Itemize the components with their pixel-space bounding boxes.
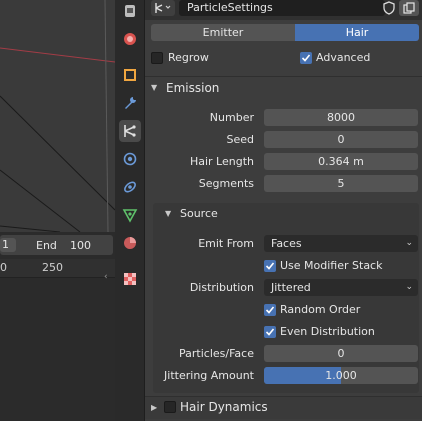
- even-distribution-checkbox[interactable]: [264, 326, 276, 338]
- start-frame-field[interactable]: 1: [0, 238, 16, 252]
- segments-field[interactable]: 5: [264, 175, 418, 192]
- end-frame-label: End: [36, 239, 57, 252]
- timeline-frame-bar: 1 End 100: [0, 235, 113, 255]
- source-title: Source: [180, 207, 218, 220]
- random-order-label: Random Order: [280, 303, 361, 316]
- chevron-down-icon: ⌄: [405, 238, 413, 248]
- expand-down-arrow-icon: ▼: [165, 209, 172, 218]
- regrow-label: Regrow: [168, 51, 209, 64]
- tab-material[interactable]: [119, 232, 141, 254]
- source-section-header[interactable]: ▼ Source: [145, 204, 422, 224]
- particle-settings-browse[interactable]: [151, 0, 175, 16]
- tab-data[interactable]: [119, 204, 141, 226]
- use-modifier-stack-label: Use Modifier Stack: [280, 259, 383, 272]
- physics-icon: [123, 152, 137, 166]
- timeline-ruler[interactable]: 0 250: [0, 259, 115, 278]
- tab-render[interactable]: [119, 28, 141, 50]
- jittering-amount-value: 1.000: [325, 369, 357, 382]
- emission-title: Emission: [166, 81, 220, 95]
- render-icon: [124, 33, 136, 45]
- particles-icon: [155, 3, 171, 13]
- timeline: 1 End 100 0 250 ‹: [0, 232, 115, 421]
- hair-dynamics-title: Hair Dynamics: [180, 400, 268, 414]
- tab-scene-tools[interactable]: [119, 0, 141, 22]
- hair-length-field[interactable]: 0.364 m: [264, 153, 418, 170]
- collapse-arrow-icon[interactable]: ‹: [104, 272, 108, 282]
- material-icon: [124, 237, 136, 249]
- use-modifier-stack-checkbox[interactable]: [264, 260, 276, 272]
- particles-face-field[interactable]: 0: [264, 345, 418, 362]
- start-frame-value: 1: [2, 238, 9, 251]
- tab-modifiers[interactable]: [119, 92, 141, 114]
- expand-down-arrow-icon: ▼: [151, 83, 158, 92]
- seed-label: Seed: [226, 133, 255, 146]
- random-order-checkbox[interactable]: [264, 304, 276, 316]
- tab-emitter[interactable]: Emitter: [151, 24, 295, 41]
- tab-object[interactable]: [119, 64, 141, 86]
- datablock-name-field[interactable]: ParticleSettings: [179, 0, 385, 16]
- tab-physics[interactable]: [119, 148, 141, 170]
- advanced-label: Advanced: [316, 51, 371, 64]
- properties-tab-bar: [115, 0, 145, 421]
- object-icon: [124, 69, 136, 81]
- emission-section-header[interactable]: ▼ Emission: [145, 78, 422, 98]
- source-subpanel: [153, 203, 419, 393]
- 3d-viewport[interactable]: [0, 0, 115, 232]
- distribution-dropdown[interactable]: Jittered ⌄: [264, 279, 418, 296]
- tab-particles[interactable]: [119, 120, 141, 142]
- emit-from-label: Emit From: [198, 237, 254, 250]
- particles-icon: [124, 125, 136, 137]
- emit-from-dropdown[interactable]: Faces ⌄: [264, 235, 418, 252]
- end-frame-value[interactable]: 100: [70, 239, 91, 252]
- number-label: Number: [209, 111, 254, 124]
- constraints-icon: [124, 181, 136, 193]
- tools-icon: [125, 5, 135, 17]
- ruler-tick-250: 250: [42, 261, 63, 274]
- ruler-tick-0: 0: [0, 261, 7, 274]
- number-field[interactable]: 8000: [264, 109, 418, 126]
- chevron-down-icon: ⌄: [405, 282, 413, 292]
- divider: [145, 76, 422, 77]
- seed-field[interactable]: 0: [264, 131, 418, 148]
- viewport-wireframe: [0, 0, 115, 232]
- hair-dynamics-section-header[interactable]: ▶ Hair Dynamics: [145, 396, 422, 419]
- jittering-amount-label: Jittering Amount: [164, 369, 254, 382]
- distribution-value: Jittered: [271, 281, 311, 294]
- hair-length-label: Hair Length: [189, 155, 254, 168]
- even-distribution-label: Even Distribution: [280, 325, 375, 338]
- particle-settings-panel: ParticleSettings Emitter Hair Regrow Adv…: [145, 0, 422, 421]
- emit-from-value: Faces: [271, 237, 302, 250]
- duplicate-datablock-icon[interactable]: [399, 0, 419, 16]
- advanced-checkbox[interactable]: [300, 52, 312, 64]
- tab-hair[interactable]: Hair: [295, 24, 419, 41]
- particles-face-label: Particles/Face: [179, 347, 254, 360]
- mesh-data-icon: [122, 209, 138, 223]
- wrench-icon: [125, 97, 136, 109]
- texture-icon: [124, 273, 136, 285]
- distribution-label: Distribution: [189, 281, 254, 294]
- tab-constraints[interactable]: [119, 176, 141, 198]
- jittering-amount-slider[interactable]: 1.000: [264, 367, 418, 384]
- datablock-header: ParticleSettings: [145, 0, 422, 20]
- fake-user-shield-icon[interactable]: [381, 0, 397, 16]
- segments-label: Segments: [198, 177, 254, 190]
- expand-right-arrow-icon: ▶: [151, 403, 158, 412]
- hair-dynamics-checkbox[interactable]: [164, 401, 176, 413]
- tab-texture[interactable]: [119, 268, 141, 290]
- regrow-checkbox[interactable]: [151, 52, 163, 64]
